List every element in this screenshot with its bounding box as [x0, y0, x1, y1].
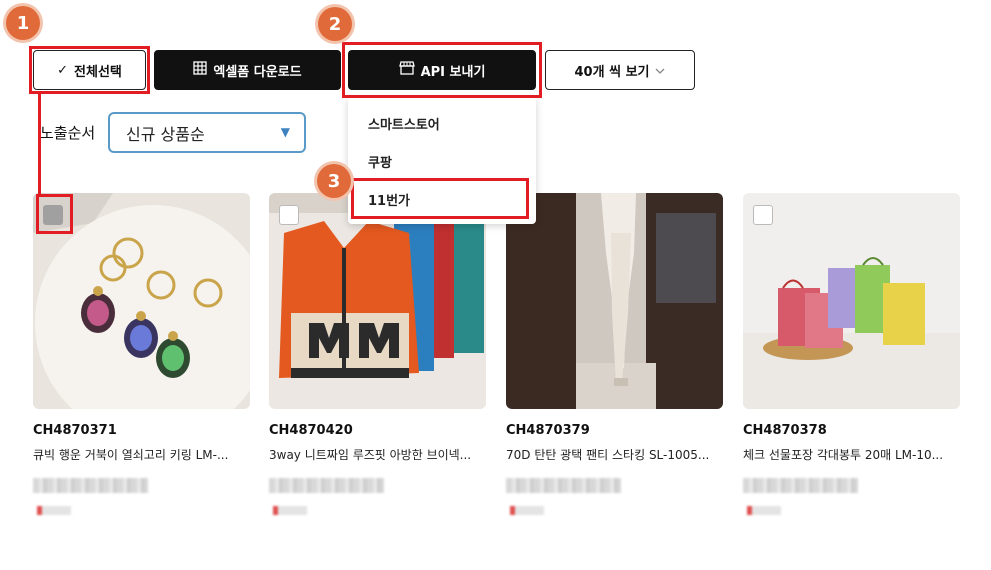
- menu-item-smartstore[interactable]: 스마트스토어: [368, 114, 440, 133]
- product-card[interactable]: CH4870378 체크 선물포장 각대봉투 20매 LM-10...: [743, 193, 960, 515]
- blurred-price: [269, 478, 384, 493]
- product-card[interactable]: CH4870420 3way 니트짜임 루즈핏 아방한 브이넥...: [269, 193, 486, 515]
- blurred-info: [37, 506, 71, 515]
- product-image[interactable]: [506, 193, 723, 409]
- product-title[interactable]: 70D 탄탄 광택 팬티 스타킹 SL-1005...: [506, 446, 723, 463]
- highlight-connector: [38, 94, 41, 195]
- api-send-button[interactable]: API 보내기: [348, 50, 536, 90]
- blurred-price: [33, 478, 148, 493]
- product-title[interactable]: 3way 니트짜임 루즈핏 아방한 브이넥...: [269, 446, 486, 463]
- dropdown-triangle-icon: ▼: [280, 125, 290, 139]
- step-badge-2: 2: [318, 7, 352, 41]
- excel-download-button[interactable]: 엑셀폼 다운로드: [154, 50, 341, 90]
- product-title[interactable]: 체크 선물포장 각대봉투 20매 LM-10...: [743, 446, 960, 463]
- sort-select[interactable]: 신규 상품순 ▼: [108, 112, 306, 153]
- store-icon: [398, 61, 415, 79]
- blurred-price: [743, 478, 858, 493]
- product-code: CH4870371: [33, 423, 117, 438]
- per-page-label: 40개 씩 보기: [574, 64, 650, 80]
- api-send-label: API 보내기: [420, 64, 486, 80]
- product-image[interactable]: [269, 193, 486, 409]
- step-badge-1: 1: [6, 6, 40, 40]
- chevron-down-icon: [655, 63, 665, 78]
- product-card[interactable]: CH4870371 큐빅 행운 거북이 열쇠고리 키링 LM-...: [33, 193, 250, 515]
- product-image[interactable]: [33, 193, 250, 409]
- product-title[interactable]: 큐빅 행운 거북이 열쇠고리 키링 LM-...: [33, 446, 250, 463]
- product-image[interactable]: [743, 193, 960, 409]
- sort-selected-value: 신규 상품순: [126, 124, 205, 144]
- excel-download-label: 엑셀폼 다운로드: [213, 64, 302, 80]
- api-dropdown-menu: 스마트스토어 쿠팡 11번가: [348, 97, 536, 224]
- blurred-info: [510, 506, 544, 515]
- menu-item-11st[interactable]: 11번가: [368, 190, 410, 209]
- step-badge-3: 3: [317, 164, 351, 198]
- check-icon: ✓: [57, 62, 69, 78]
- product-checkbox[interactable]: [279, 205, 299, 225]
- product-checkbox[interactable]: [43, 205, 63, 225]
- product-code: CH4870420: [269, 423, 353, 438]
- table-icon: [193, 61, 208, 79]
- select-all-button[interactable]: ✓ 전체선택: [33, 50, 146, 90]
- per-page-select[interactable]: 40개 씩 보기: [545, 50, 695, 90]
- blurred-info: [747, 506, 781, 515]
- select-all-label: 전체선택: [74, 64, 122, 80]
- product-card[interactable]: CH4870379 70D 탄탄 광택 팬티 스타킹 SL-1005...: [506, 193, 723, 515]
- product-checkbox[interactable]: [753, 205, 773, 225]
- sort-label: 노출순서: [40, 124, 96, 142]
- blurred-price: [506, 478, 621, 493]
- menu-item-coupang[interactable]: 쿠팡: [368, 152, 392, 171]
- product-code: CH4870378: [743, 423, 827, 438]
- blurred-info: [273, 506, 307, 515]
- product-code: CH4870379: [506, 423, 590, 438]
